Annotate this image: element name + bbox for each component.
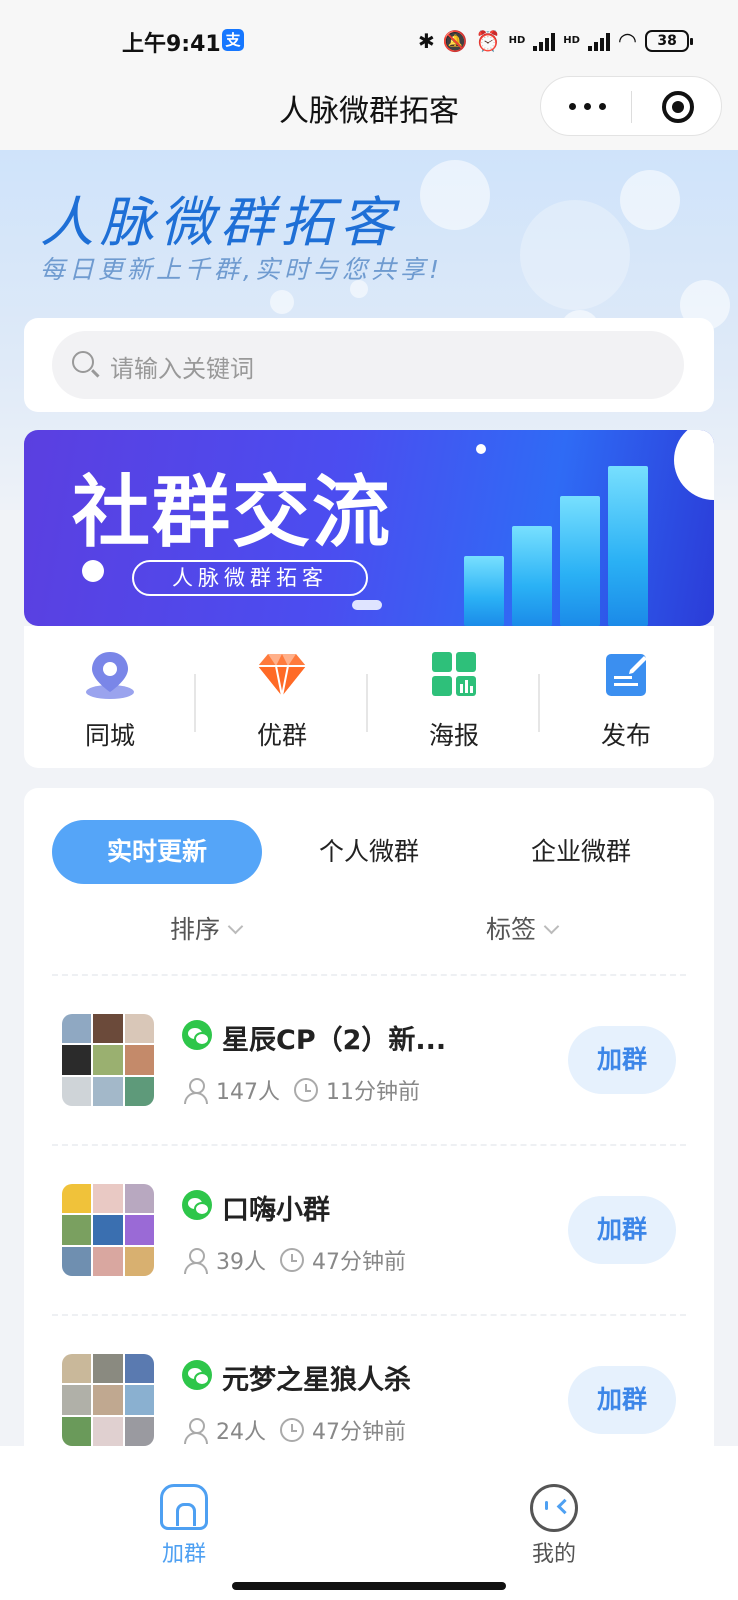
group-meta: 147人 11分钟前 [184, 1074, 420, 1106]
wifi-icon: ◠ [617, 28, 638, 54]
edit-note-icon [606, 654, 647, 696]
person-icon [184, 1417, 208, 1444]
chevron-down-icon [543, 918, 560, 935]
join-group-button[interactable]: 加群 [568, 1366, 676, 1434]
profile-face-icon [530, 1484, 578, 1532]
member-count: 24人 [216, 1420, 266, 1445]
mute-icon: 🔕 [442, 29, 468, 53]
tabbar-label: 我的 [531, 1542, 576, 1567]
alipay-badge-icon: 支 [222, 29, 244, 51]
join-group-button[interactable]: 加群 [568, 1196, 676, 1264]
signal-icon-2 [587, 31, 610, 51]
tag-dropdown[interactable]: 标签 [486, 910, 560, 946]
menu-label: 海报 [428, 721, 479, 750]
group-meta: 39人 47分钟前 [184, 1244, 406, 1276]
hero-subtitle: 每日更新上千群,实时与您共享! [40, 255, 443, 284]
promo-banner[interactable]: 社群交流 人脉微群拓客 [24, 430, 714, 626]
clock-icon [294, 1078, 318, 1102]
hero-title: 人脉微群拓客 [40, 191, 400, 254]
sort-label: 排序 [170, 915, 221, 944]
tab-personal[interactable]: 个人微群 [264, 820, 474, 884]
hd-label-2: HD [563, 35, 580, 46]
group-name: 星辰CP（2）新... [222, 1025, 447, 1056]
update-time: 47分钟前 [312, 1250, 406, 1275]
search-placeholder: 请输入关键词 [110, 355, 254, 383]
clock-icon [280, 1248, 304, 1272]
member-count: 39人 [216, 1250, 266, 1275]
status-bar: 上午9:41 支 ✱ 🔕 ⏰ HD HD ◠ 38 [0, 0, 738, 82]
poster-grid-icon [432, 652, 476, 696]
wechat-icon [182, 1020, 212, 1050]
home-indicator [232, 1582, 506, 1590]
group-avatar[interactable] [62, 1014, 154, 1106]
group-avatar[interactable] [62, 1354, 154, 1446]
location-pin-icon [86, 652, 134, 699]
status-time: 上午9:41 [122, 32, 221, 57]
bluetooth-icon: ✱ [418, 29, 435, 53]
home-icon [160, 1484, 208, 1530]
more-icon[interactable] [569, 103, 606, 110]
banner-pill: 人脉微群拓客 [132, 560, 368, 596]
tab-enterprise[interactable]: 企业微群 [476, 820, 686, 884]
alarm-icon: ⏰ [475, 29, 501, 53]
menu-label: 优群 [256, 721, 307, 750]
clock-icon [280, 1418, 304, 1442]
wechat-icon [182, 1360, 212, 1390]
group-meta: 24人 47分钟前 [184, 1414, 406, 1446]
group-list-card [24, 788, 714, 1448]
status-icons: ✱ 🔕 ⏰ HD HD ◠ 38 [418, 28, 694, 54]
signal-icon-1 [533, 31, 556, 51]
tab-realtime[interactable]: 实时更新 [52, 820, 262, 884]
person-icon [184, 1077, 208, 1104]
chevron-down-icon [227, 918, 244, 935]
menu-label: 同城 [84, 721, 135, 750]
tabbar-label: 加群 [161, 1542, 206, 1567]
banner-title: 社群交流 [72, 468, 393, 558]
hd-label-1: HD [508, 35, 526, 46]
tag-label: 标签 [486, 915, 537, 944]
miniprogram-capsule [540, 76, 722, 136]
member-count: 147人 [216, 1080, 280, 1105]
group-name: 元梦之星狼人杀 [222, 1365, 411, 1396]
update-time: 11分钟前 [326, 1080, 420, 1105]
search-icon [72, 351, 94, 373]
update-time: 47分钟前 [312, 1420, 406, 1445]
sort-dropdown[interactable]: 排序 [170, 910, 244, 946]
person-icon [184, 1247, 208, 1274]
diamond-icon [258, 654, 306, 697]
banner-indicator [352, 600, 382, 610]
menu-label: 发布 [600, 721, 651, 750]
search-input[interactable]: 请输入关键词 [52, 331, 684, 399]
close-target-icon[interactable] [662, 91, 694, 123]
group-name: 口嗨小群 [222, 1195, 330, 1226]
bottom-tab-bar [0, 1446, 738, 1600]
wechat-icon [182, 1190, 212, 1220]
battery-icon: 38 [645, 30, 694, 52]
join-group-button[interactable]: 加群 [568, 1026, 676, 1094]
group-avatar[interactable] [62, 1184, 154, 1276]
